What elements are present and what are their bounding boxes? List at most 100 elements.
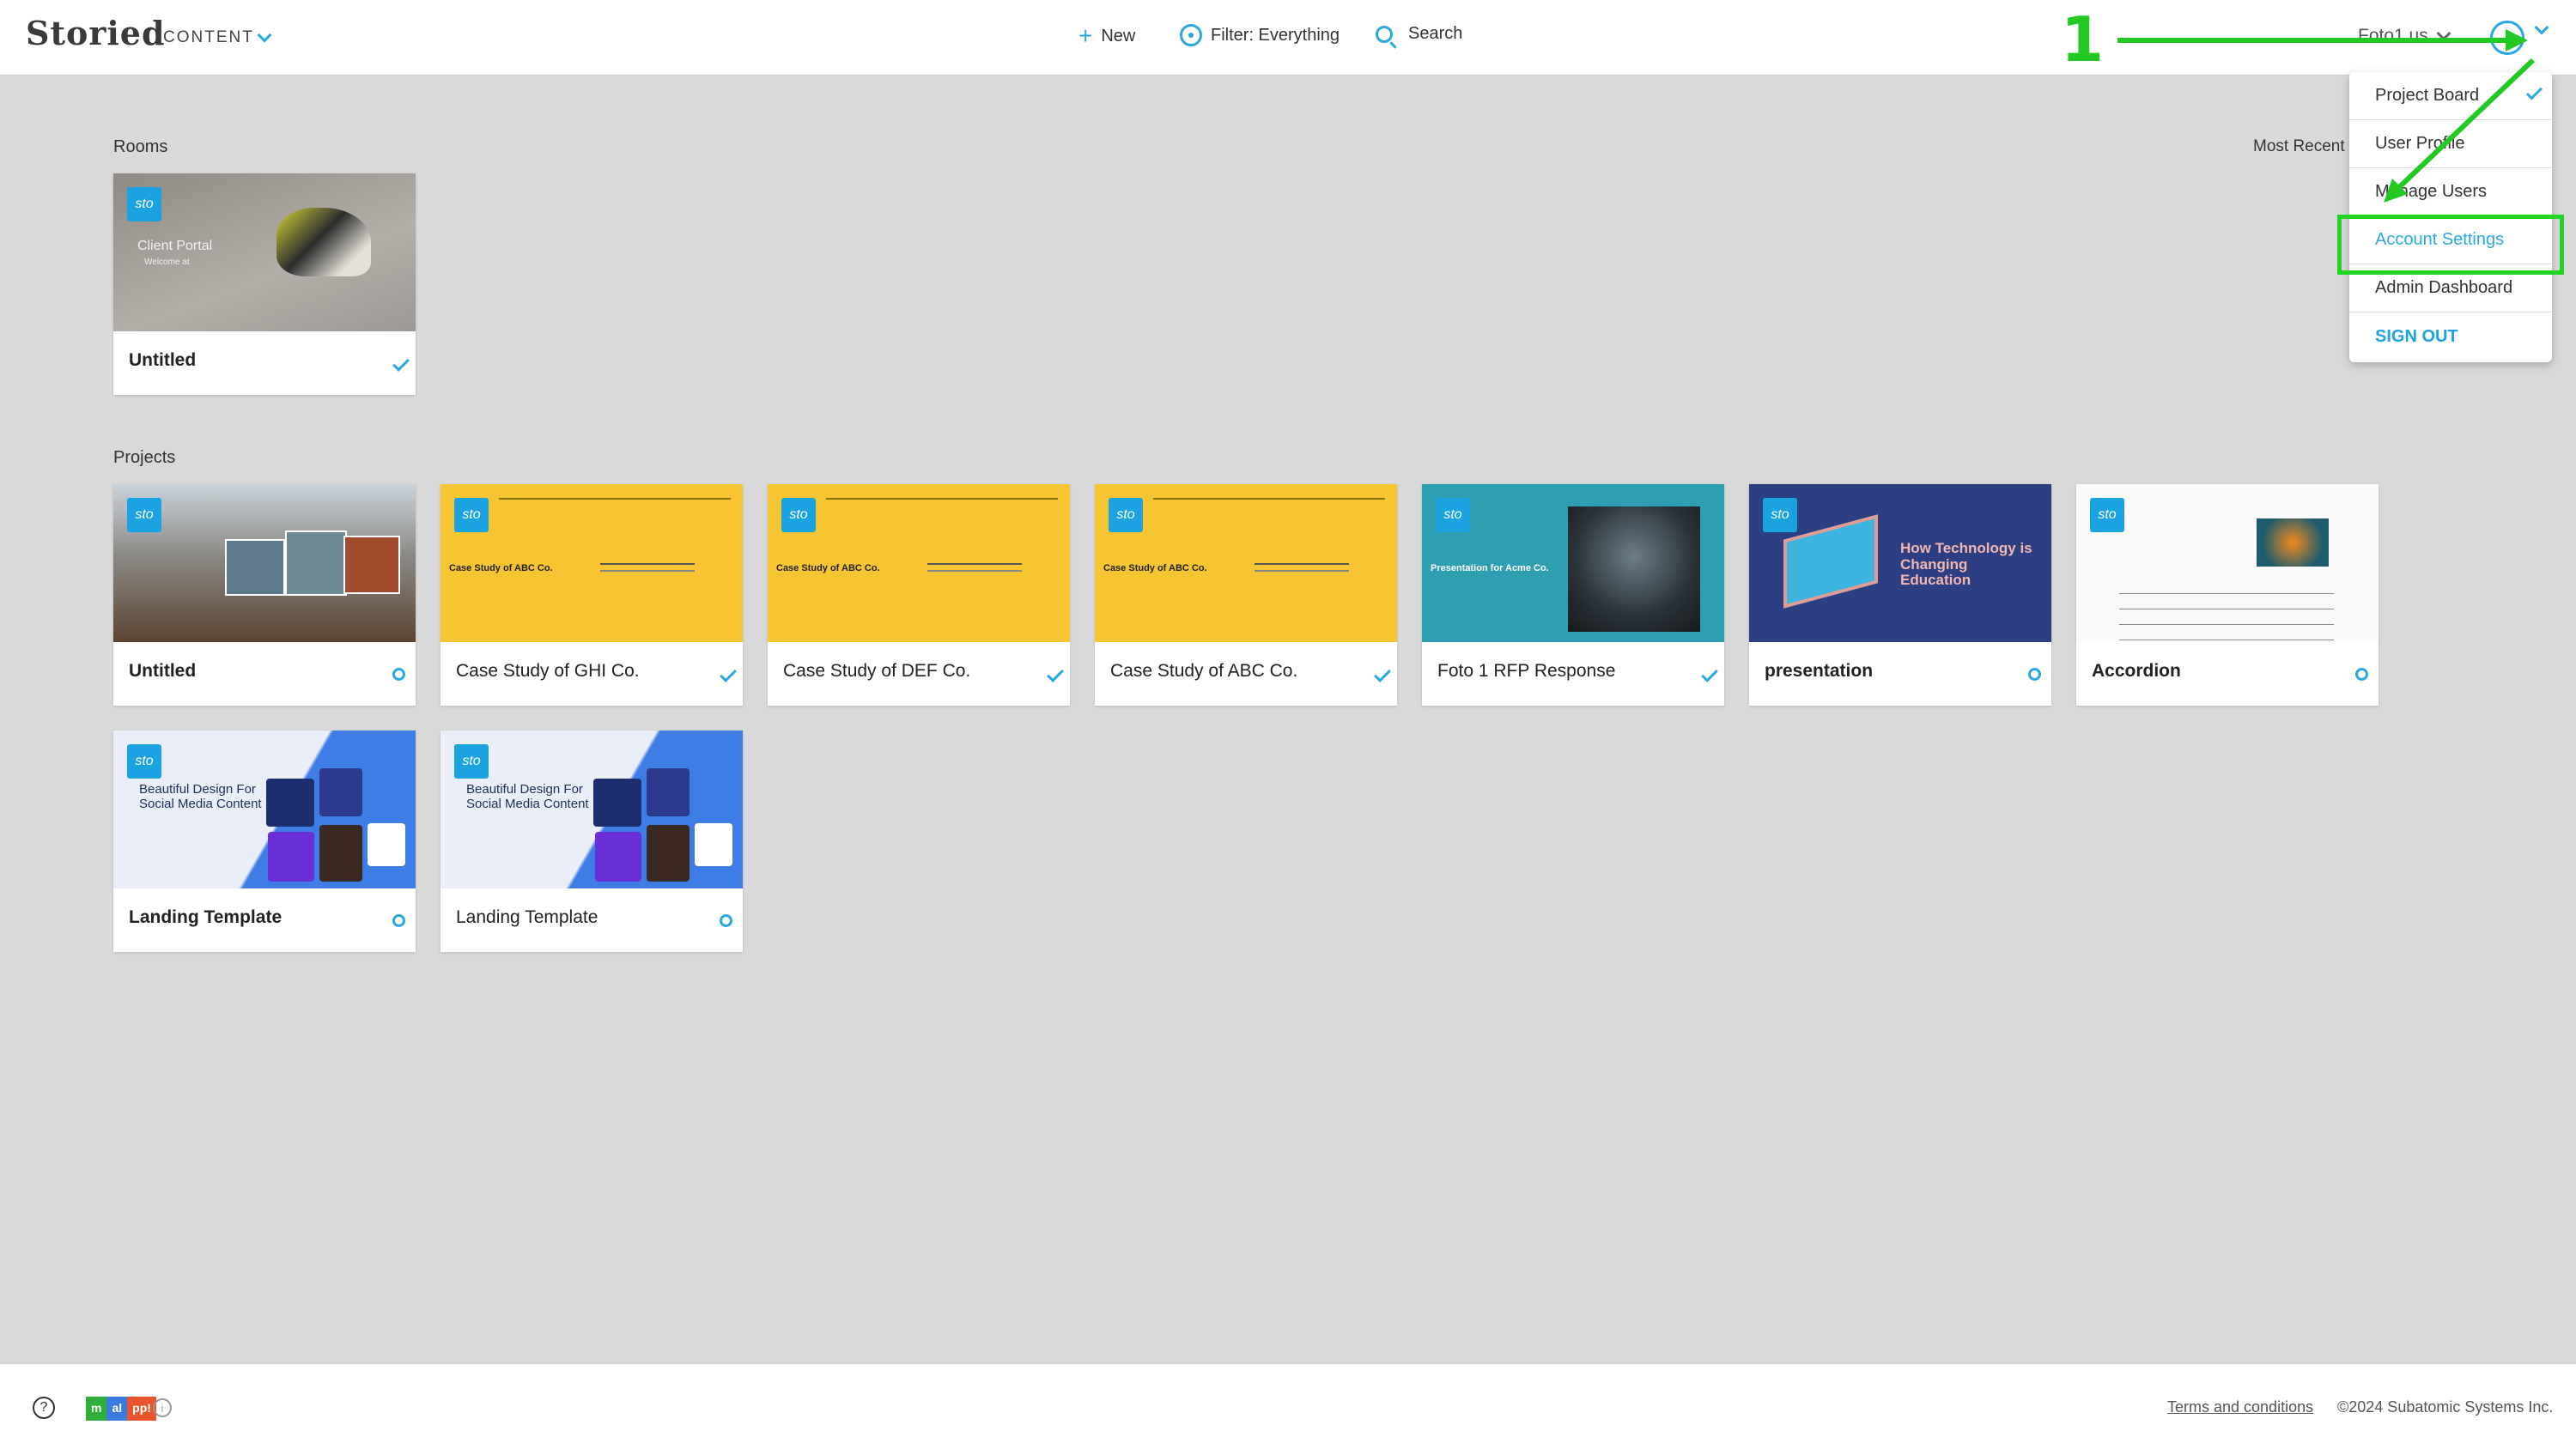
- menu-item-label: Manage Users: [2375, 182, 2488, 201]
- project-thumbnail: sto Case Study of ABC Co.: [440, 484, 743, 642]
- card-title: Case Study of ABC Co.: [1110, 661, 1298, 681]
- check-icon: [1047, 665, 1064, 682]
- content-label: CONTENT: [163, 28, 254, 46]
- badge-part: pp!: [127, 1397, 156, 1421]
- brand-logo[interactable]: Storied: [26, 14, 166, 52]
- menu-item-sign-out[interactable]: SIGN OUT: [2349, 312, 2552, 361]
- sneaker-image: [276, 208, 371, 276]
- circle-icon: [2355, 668, 2368, 681]
- project-card[interactable]: sto How Technology is Changing Education…: [1749, 484, 2051, 706]
- filter-label: Filter: Everything: [1211, 25, 1340, 45]
- project-thumbnail: sto Beautiful Design For Social Media Co…: [440, 731, 743, 888]
- laptop-illustration: [1783, 514, 1878, 609]
- sto-logo: sto: [127, 498, 161, 532]
- menu-item-label: Admin Dashboard: [2375, 278, 2513, 297]
- terms-link[interactable]: Terms and conditions: [2167, 1398, 2313, 1416]
- badge-part: m: [86, 1397, 107, 1421]
- menu-item-project-board[interactable]: Project Board: [2349, 72, 2552, 120]
- sto-logo: sto: [781, 498, 816, 532]
- project-thumbnail: sto Presentation for Acme Co.: [1422, 484, 1724, 642]
- filter-button[interactable]: Filter: Everything: [1180, 24, 1340, 46]
- room-card[interactable]: sto Client Portal Welcome at Untitled: [113, 173, 416, 395]
- thumb-title: Presentation for Acme Co.: [1431, 563, 1549, 573]
- check-icon: [1701, 665, 1718, 682]
- card-title: Untitled: [129, 350, 197, 370]
- avatar[interactable]: [2490, 21, 2524, 55]
- card-title: Accordion: [2092, 661, 2181, 681]
- chevron-down-icon[interactable]: [2534, 20, 2549, 35]
- sto-logo: sto: [1109, 498, 1143, 532]
- project-card[interactable]: sto Presentation for Acme Co. Foto 1 RFP…: [1422, 484, 1724, 706]
- project-card[interactable]: sto Case Study of ABC Co. Case Study of …: [440, 484, 743, 706]
- project-card[interactable]: sto Case Study of ABC Co. Case Study of …: [1095, 484, 1397, 706]
- menu-item-user-profile[interactable]: User Profile: [2349, 120, 2552, 168]
- malpp-badge[interactable]: m al pp!: [86, 1397, 156, 1421]
- sto-logo: sto: [127, 744, 161, 779]
- help-icon[interactable]: ?: [33, 1397, 55, 1419]
- badge-part: al: [106, 1397, 128, 1421]
- card-title: Case Study of GHI Co.: [456, 661, 640, 681]
- project-thumbnail: sto Case Study of ABC Co.: [1095, 484, 1397, 642]
- project-card[interactable]: sto Untitled: [113, 484, 416, 706]
- card-title: Untitled: [129, 661, 197, 681]
- room-thumbnail: sto Client Portal Welcome at: [113, 173, 416, 331]
- sto-logo: sto: [1436, 498, 1470, 532]
- new-label: New: [1101, 26, 1136, 45]
- sto-logo: sto: [2090, 498, 2124, 532]
- user-menu-button[interactable]: Foto1 us: [2358, 26, 2451, 46]
- check-icon: [1374, 665, 1391, 682]
- search-button[interactable]: Search: [1376, 24, 1462, 44]
- search-icon: [1376, 25, 1393, 43]
- highlight-box-annotation: [2337, 215, 2564, 275]
- project-card[interactable]: sto Accordion: [2076, 484, 2379, 706]
- project-thumbnail: sto How Technology is Changing Education: [1749, 484, 2051, 642]
- circle-icon: [392, 668, 405, 681]
- thumb-title: Case Study of ABC Co.: [1103, 563, 1207, 573]
- card-title: presentation: [1765, 661, 1874, 681]
- check-icon: [720, 665, 737, 682]
- chevron-down-icon: [2436, 26, 2451, 41]
- thumb-title: Client Portal: [137, 239, 213, 253]
- target-icon: [1180, 24, 1202, 46]
- new-button[interactable]: + New: [1078, 24, 1135, 48]
- thumb-title: How Technology is Changing Education: [1900, 540, 2032, 589]
- card-title: Landing Template: [129, 907, 283, 927]
- project-thumbnail: sto: [113, 484, 416, 642]
- clownfish-image: [2257, 518, 2329, 567]
- menu-item-manage-users[interactable]: Manage Users: [2349, 168, 2552, 216]
- sort-dropdown[interactable]: Most Recent: [2253, 137, 2345, 156]
- gallery-photo: [225, 539, 285, 596]
- project-thumbnail: sto Beautiful Design For Social Media Co…: [113, 731, 416, 888]
- info-icon[interactable]: i: [153, 1398, 172, 1417]
- escalator-image: [1568, 506, 1700, 632]
- circle-icon: [720, 914, 732, 927]
- sto-logo: sto: [127, 187, 161, 221]
- plus-icon: +: [1078, 22, 1093, 49]
- project-thumbnail: sto: [2076, 484, 2379, 642]
- chevron-down-icon: [257, 27, 272, 43]
- card-title: Foto 1 RFP Response: [1437, 661, 1616, 681]
- step-number-annotation: 1: [2061, 3, 2105, 76]
- content-menu-button[interactable]: CONTENT: [163, 27, 272, 47]
- sto-logo: sto: [454, 744, 489, 779]
- thumb-title: Beautiful Design For Social Media Conten…: [466, 782, 589, 812]
- card-title: Case Study of DEF Co.: [783, 661, 971, 681]
- project-thumbnail: sto Case Study of ABC Co.: [768, 484, 1070, 642]
- menu-item-label: User Profile: [2375, 134, 2465, 153]
- user-label: Foto1 us: [2358, 26, 2428, 45]
- sto-logo: sto: [1763, 498, 1797, 532]
- sto-logo: sto: [454, 498, 489, 532]
- project-card[interactable]: sto Case Study of ABC Co. Case Study of …: [768, 484, 1070, 706]
- project-card[interactable]: sto Beautiful Design For Social Media Co…: [113, 731, 416, 952]
- circle-icon: [2028, 668, 2041, 681]
- thumb-title: Case Study of ABC Co.: [449, 563, 553, 573]
- top-header: Storied CONTENT + New Filter: Everything…: [0, 0, 2576, 76]
- gallery-photo: [343, 536, 400, 594]
- circle-icon: [392, 914, 405, 927]
- thumb-subtitle: Welcome at: [144, 258, 190, 267]
- check-icon: [2525, 83, 2543, 100]
- search-label: Search: [1408, 24, 1463, 43]
- gallery-photo: [285, 530, 347, 596]
- project-card[interactable]: sto Beautiful Design For Social Media Co…: [440, 731, 743, 952]
- card-title: Landing Template: [456, 907, 598, 927]
